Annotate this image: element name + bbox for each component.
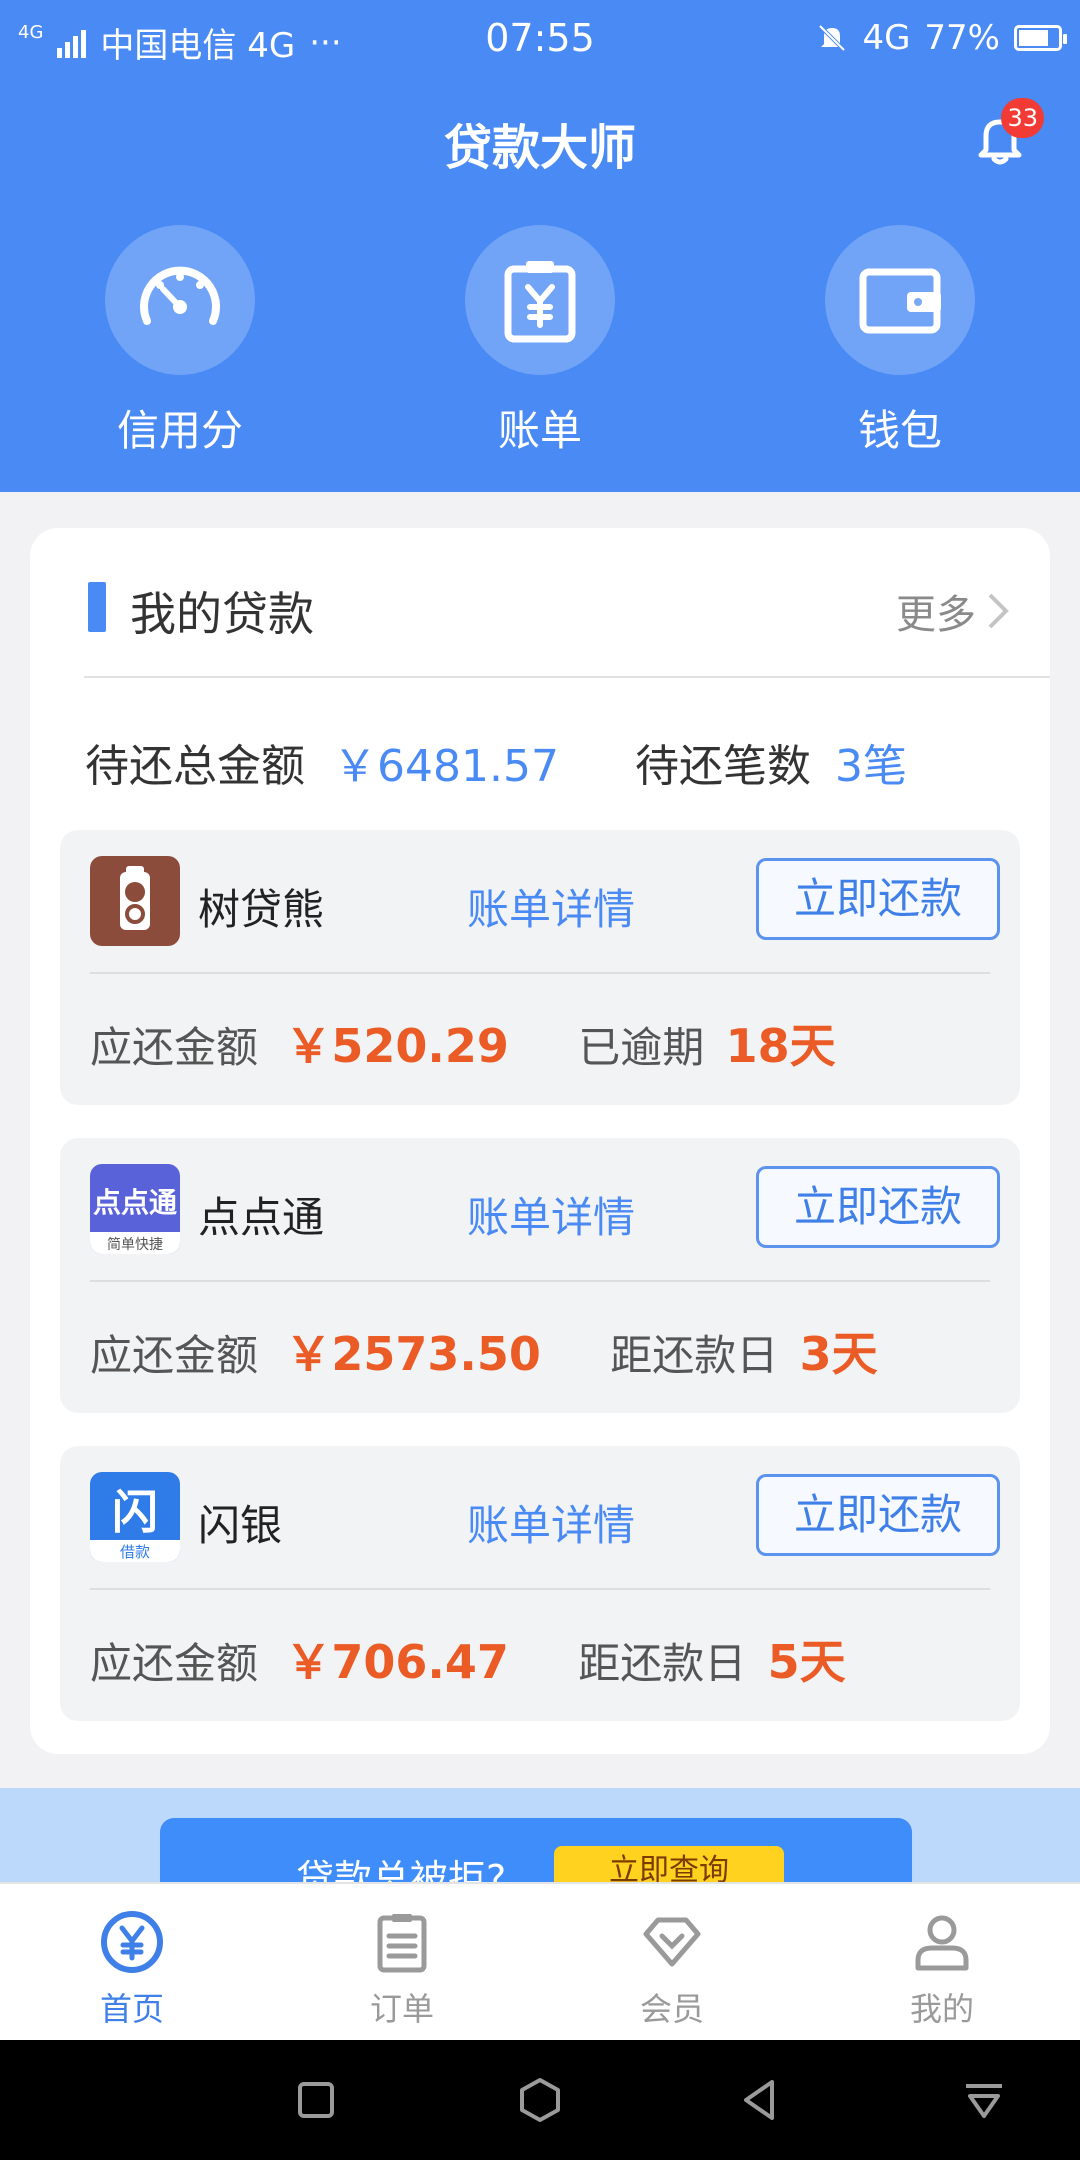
amount-value: ￥706.47 — [285, 1635, 509, 1689]
tab-mine[interactable]: 我的 — [862, 1910, 1022, 2030]
status-label: 距还款日 — [610, 1331, 779, 1380]
logo-text: 闪 — [112, 1485, 158, 1539]
count-value: 3笔 — [834, 741, 907, 792]
lender-logo: 闪 借款 — [90, 1472, 180, 1562]
banner-panel — [160, 1818, 912, 1884]
quick-action-credit-score[interactable]: 信用分 — [105, 225, 255, 458]
quick-action-wallet[interactable]: 钱包 — [825, 225, 975, 458]
back-icon[interactable] — [736, 2076, 784, 2124]
quick-action-label: 钱包 — [857, 406, 942, 455]
tab-home[interactable]: 首页 — [52, 1910, 212, 2030]
bill-detail-link[interactable]: 账单详情 — [467, 1184, 635, 1245]
tab-label: 首页 — [99, 1990, 164, 2028]
total-label: 待还总金额 — [85, 741, 305, 792]
status-value: 18天 — [725, 1019, 836, 1073]
amount-value: ￥2573.50 — [285, 1327, 541, 1381]
notification-badge: 33 — [1001, 98, 1044, 138]
yuan-circle-icon — [101, 1911, 163, 1973]
tab-label: 订单 — [369, 1990, 434, 2028]
loan-item: 树贷熊 账单详情 立即还款 应还金额 ￥520.29 已逾期 18天 — [60, 830, 1020, 1105]
total-value: ￥6481.57 — [333, 741, 559, 792]
repay-now-button[interactable]: 立即还款 — [756, 1166, 1000, 1248]
my-loans-card: 我的贷款 更多 待还总金额 ￥6481.57 待还笔数 3笔 树贷熊 账单详情 … — [30, 528, 1050, 1754]
clipboard-icon — [377, 1914, 427, 1973]
status-value: 3天 — [799, 1327, 878, 1381]
app-title: 贷款大师 — [443, 120, 636, 176]
tab-label: 我的 — [909, 1990, 974, 2028]
tab-orders[interactable]: 订单 — [322, 1910, 482, 2030]
tab-membership[interactable]: 会员 — [592, 1910, 752, 2030]
quick-action-label: 信用分 — [116, 406, 243, 455]
banner-text: 贷款总被拒? — [296, 1857, 507, 1884]
quick-action-bill[interactable]: 账单 — [465, 225, 615, 458]
tab-label: 会员 — [639, 1990, 704, 2028]
wallet-icon — [859, 268, 941, 334]
repay-now-button[interactable]: 立即还款 — [756, 1474, 1000, 1556]
loan-summary: 待还总金额 ￥6481.57 待还笔数 3笔 — [85, 730, 907, 794]
lender-name: 树贷熊 — [198, 885, 325, 934]
status-value: 5天 — [767, 1635, 846, 1689]
amount-label: 应还金额 — [90, 1023, 259, 1072]
more-label: 更多 — [896, 592, 976, 638]
person-icon — [915, 1915, 969, 1971]
amount-label: 应还金额 — [90, 1639, 259, 1688]
repay-now-button[interactable]: 立即还款 — [756, 858, 1000, 940]
speedometer-icon — [140, 266, 220, 325]
quick-action-label: 账单 — [497, 406, 582, 455]
logo-text: 点点通 — [93, 1186, 177, 1219]
bill-detail-link[interactable]: 账单详情 — [467, 876, 635, 937]
status-bar: 4G 中国电信 4G ··· 07:55 4G 77% — [0, 0, 1080, 78]
status-label: 已逾期 — [578, 1023, 705, 1072]
lender-logo — [90, 856, 180, 946]
status-label: 距还款日 — [578, 1639, 747, 1688]
system-nav-bar — [0, 2040, 1080, 2160]
battery-percent: 77% — [924, 18, 1000, 58]
banner-query-button[interactable]: 立即查询 — [554, 1846, 784, 1884]
app-header: 4G 中国电信 4G ··· 07:55 4G 77% 贷款大师 33 信用分 … — [0, 0, 1080, 492]
section-marker — [88, 582, 106, 632]
promo-banner[interactable]: 贷款总被拒? 立即查询 — [0, 1788, 1080, 1884]
dropdown-icon[interactable] — [960, 2076, 1008, 2124]
loan-item: 闪 借款 闪银 账单详情 立即还款 应还金额 ￥706.47 距还款日 5天 — [60, 1446, 1020, 1721]
section-title: 我的贷款 — [130, 587, 314, 641]
amount-value: ￥520.29 — [285, 1019, 509, 1073]
amount-label: 应还金额 — [90, 1331, 259, 1380]
network-label: 4G — [862, 18, 911, 58]
bill-detail-link[interactable]: 账单详情 — [467, 1492, 635, 1553]
loan-item: 点点通 简单快捷 点点通 账单详情 立即还款 应还金额 ￥2573.50 距还款… — [60, 1138, 1020, 1413]
lender-name: 点点通 — [198, 1193, 325, 1242]
mute-bell-icon — [819, 24, 846, 52]
more-link[interactable]: 更多 — [896, 582, 1010, 640]
recent-apps-icon[interactable] — [292, 2076, 340, 2124]
lender-name: 闪银 — [198, 1501, 283, 1550]
chevron-right-icon — [988, 593, 1009, 629]
logo-subtext: 简单快捷 — [107, 1236, 163, 1253]
bottom-tab-bar: 首页 订单 会员 我的 — [0, 1882, 1080, 2040]
lender-logo: 点点通 简单快捷 — [90, 1164, 180, 1254]
home-icon[interactable] — [516, 2076, 564, 2124]
diamond-icon — [643, 1917, 701, 1967]
count-label: 待还笔数 — [634, 741, 811, 792]
bill-icon — [504, 261, 576, 343]
battery-icon — [1014, 25, 1067, 51]
logo-subtext: 借款 — [120, 1543, 150, 1561]
